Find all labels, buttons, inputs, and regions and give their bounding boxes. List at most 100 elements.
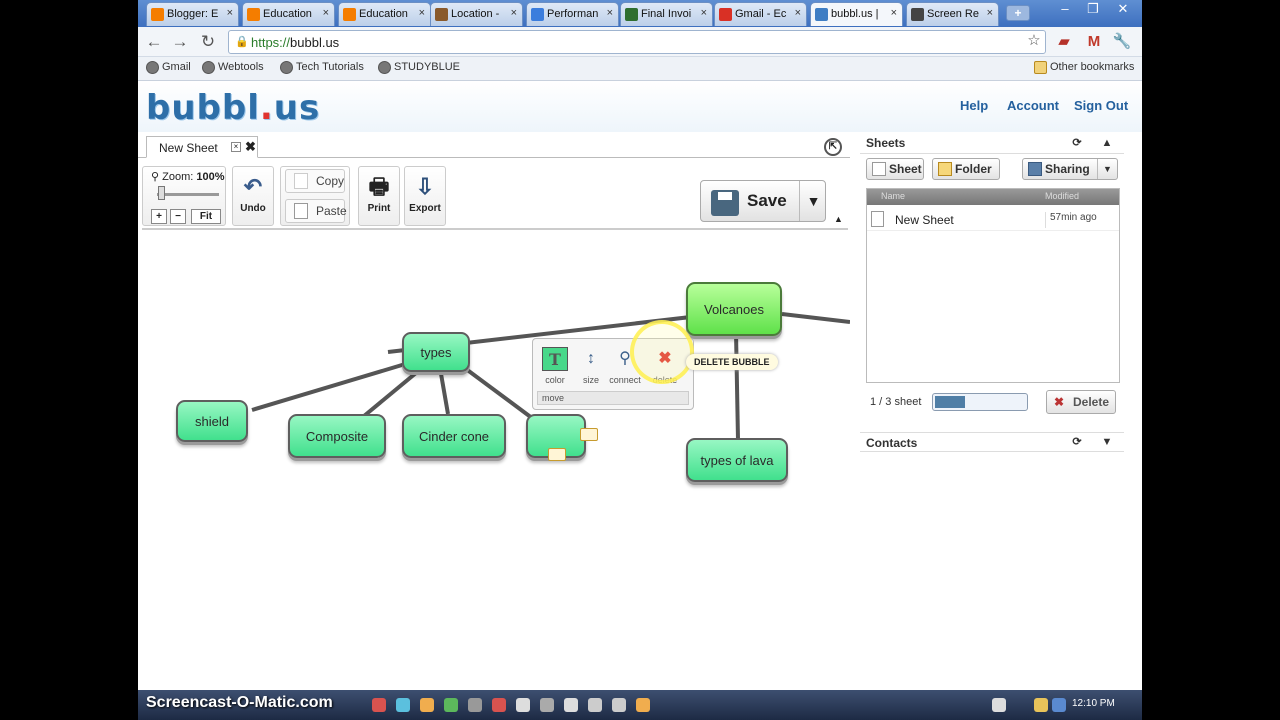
help-link[interactable]: Help — [960, 98, 988, 113]
copy-button[interactable]: Copy — [285, 169, 345, 193]
paste-button[interactable]: Paste — [285, 199, 347, 223]
browser-tab[interactable]: Location - × — [430, 2, 523, 26]
undo-button[interactable]: ↶ Undo — [234, 169, 272, 223]
bookmark-tech-tutorials[interactable]: Tech Tutorials — [280, 61, 364, 74]
account-link[interactable]: Account — [1007, 98, 1059, 113]
forward-button[interactable]: → — [170, 32, 190, 52]
new-folder-button[interactable]: Folder — [932, 158, 1000, 180]
new-sheet-button[interactable]: Sheet — [866, 158, 924, 180]
zoom-out-button[interactable]: − — [170, 209, 186, 224]
browser-tab[interactable]: Performan × — [526, 2, 619, 26]
app-icon[interactable] — [564, 698, 578, 712]
tab-close-icon[interactable]: × — [419, 7, 425, 19]
bookmark-webtools[interactable]: Webtools — [202, 61, 264, 74]
collapse-up-icon[interactable]: ▲ — [1100, 136, 1114, 150]
tab-close-icon[interactable]: × — [891, 7, 897, 19]
browser-tab[interactable]: Education × — [242, 2, 335, 26]
export-button[interactable]: ⇩ Export — [406, 169, 444, 223]
app-icon[interactable] — [492, 698, 506, 712]
bookmark-studyblue[interactable]: STUDYBLUE — [378, 61, 460, 74]
delete-label: Delete — [1073, 395, 1110, 409]
tray-icon[interactable] — [1034, 698, 1048, 712]
sheet-list-row[interactable]: New Sheet 57min ago — [867, 207, 1119, 231]
app-icon[interactable] — [372, 698, 386, 712]
browser-tab[interactable]: Education × — [338, 2, 431, 26]
tab-close-icon[interactable]: × — [607, 7, 613, 19]
app-icon[interactable] — [636, 698, 650, 712]
minimize-button[interactable]: – — [1052, 0, 1078, 20]
mindmap-canvas[interactable]: Volcanoes types shield Composite Cinder … — [142, 232, 850, 690]
app-icon[interactable] — [396, 698, 410, 712]
sheet-tab-new-sheet[interactable]: New Sheet × ✖ — [146, 136, 258, 158]
extension-icon[interactable]: ▰ — [1054, 33, 1074, 51]
undo-label: Undo — [240, 203, 266, 214]
bubble-composite[interactable]: Composite — [288, 414, 386, 458]
refresh-icon[interactable]: ⟳ — [1070, 435, 1084, 449]
menu-color-button[interactable]: Tcolor — [539, 347, 571, 385]
browser-tab[interactable]: bubbl.us | × — [810, 2, 903, 26]
sharing-button[interactable]: Sharing ▼ — [1022, 158, 1118, 180]
app-icon[interactable] — [588, 698, 602, 712]
bubble-cinder-cone[interactable]: Cinder cone — [402, 414, 506, 458]
zoom-fit-button[interactable]: Fit — [191, 209, 221, 224]
reload-button[interactable]: ↻ — [198, 32, 218, 52]
panel-scroll-up-icon[interactable]: ▲ — [834, 214, 843, 224]
gmail-icon[interactable]: M — [1084, 33, 1104, 51]
zoom-slider-track[interactable] — [157, 193, 219, 196]
bubbl-logo[interactable]: bubbl.us — [146, 88, 320, 128]
close-icon[interactable]: ✖ — [245, 139, 256, 155]
app-icon[interactable] — [468, 698, 482, 712]
browser-tab[interactable]: Screen Re × — [906, 2, 999, 26]
rename-icon[interactable]: × — [231, 142, 241, 152]
save-button[interactable]: Save ▼ — [700, 180, 826, 222]
tab-close-icon[interactable]: × — [987, 7, 993, 19]
sharing-dropdown-icon[interactable]: ▼ — [1097, 159, 1117, 179]
col-modified-header[interactable]: Modified — [1045, 191, 1079, 201]
expand-down-icon[interactable]: ▼ — [1100, 435, 1114, 449]
app-icon[interactable] — [612, 698, 626, 712]
browser-tab[interactable]: Final Invoi × — [620, 2, 713, 26]
collapse-icon[interactable]: ⇱ — [824, 138, 842, 156]
app-icon[interactable] — [444, 698, 458, 712]
menu-move-handle[interactable]: move — [537, 391, 689, 405]
browser-tab[interactable]: Gmail - Ec × — [714, 2, 807, 26]
sign-out-link[interactable]: Sign Out — [1074, 98, 1128, 113]
bookmark-icon — [378, 61, 391, 74]
col-name-header[interactable]: Name — [881, 191, 905, 201]
back-button[interactable]: ← — [144, 32, 164, 52]
tab-close-icon[interactable]: × — [701, 7, 707, 19]
delete-tooltip: DELETE BUBBLE — [686, 354, 778, 370]
print-button[interactable]: 🖶 Print — [360, 169, 398, 223]
menu-size-button[interactable]: ↕ size — [575, 347, 607, 385]
bubble-types-of-lava[interactable]: types of lava — [686, 438, 788, 482]
tab-close-icon[interactable]: × — [511, 7, 517, 19]
refresh-icon[interactable]: ⟳ — [1070, 136, 1084, 150]
tab-close-icon[interactable]: × — [323, 7, 329, 19]
browser-tab[interactable]: Blogger: E × — [146, 2, 239, 26]
zoom-in-button[interactable]: + — [151, 209, 167, 224]
wrench-icon[interactable]: 🔧 — [1112, 33, 1132, 51]
new-sheet-icon — [872, 162, 886, 176]
app-icon[interactable] — [516, 698, 530, 712]
save-options-dropdown[interactable]: ▼ — [799, 181, 827, 221]
bookmark-gmail[interactable]: Gmail — [146, 61, 191, 74]
add-sibling-handle-icon[interactable] — [548, 448, 566, 461]
help-tray-icon[interactable] — [992, 698, 1006, 712]
zoom-slider-knob[interactable] — [158, 186, 166, 200]
new-tab-button[interactable]: + — [1006, 5, 1030, 21]
bubble-shield[interactable]: shield — [176, 400, 248, 442]
close-window-button[interactable]: ✕ — [1110, 0, 1136, 20]
other-bookmarks[interactable]: Other bookmarks — [1034, 61, 1134, 74]
star-icon[interactable]: ☆ — [1024, 32, 1044, 50]
delete-sheet-button[interactable]: ✖ Delete — [1046, 390, 1116, 414]
maximize-button[interactable]: ❐ — [1080, 0, 1106, 20]
address-bar[interactable]: 🔒 https://bubbl.us — [228, 30, 1046, 54]
bubble-types[interactable]: types — [402, 332, 470, 372]
tray-icon[interactable] — [1052, 698, 1066, 712]
app-icon[interactable] — [540, 698, 554, 712]
app-icon[interactable] — [420, 698, 434, 712]
bubble-volcanoes[interactable]: Volcanoes — [686, 282, 782, 336]
tab-close-icon[interactable]: × — [227, 7, 233, 19]
add-child-handle-icon[interactable] — [580, 428, 598, 441]
tab-close-icon[interactable]: × — [795, 7, 801, 19]
